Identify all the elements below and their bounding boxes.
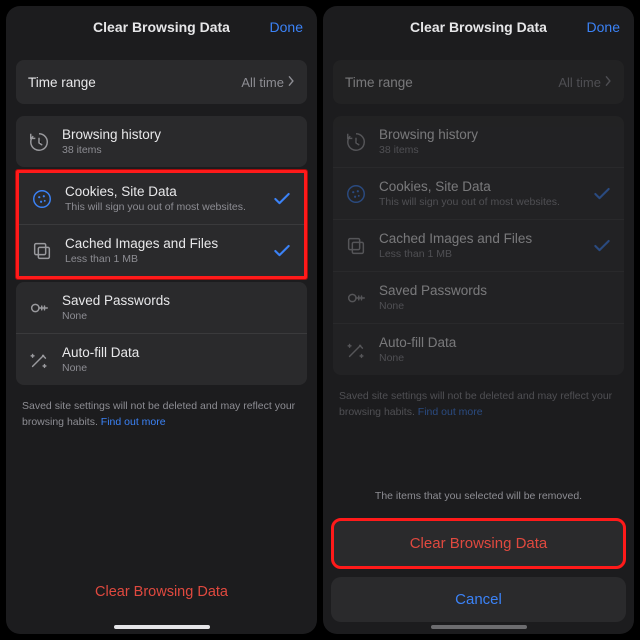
wand-icon [345, 339, 367, 361]
time-range-row[interactable]: Time range All time [16, 60, 307, 104]
item-sub: None [379, 352, 612, 364]
time-range-value: All time [558, 75, 601, 90]
item-sub: None [62, 362, 295, 374]
time-range-label: Time range [345, 75, 558, 90]
list-item-cookies[interactable]: Cookies, Site Data This will sign you ou… [19, 173, 304, 224]
item-sub: Less than 1 MB [65, 253, 266, 265]
footnote: Saved site settings will not be deleted … [16, 385, 307, 431]
list-item-passwords[interactable]: Saved Passwords None [16, 282, 307, 333]
check-icon [272, 189, 292, 209]
key-icon [345, 287, 367, 309]
header: Clear Browsing Data Done [323, 6, 634, 48]
list-item-autofill[interactable]: Auto-fill Data None [16, 333, 307, 385]
chevron-right-icon [288, 73, 295, 91]
check-icon [592, 236, 612, 256]
item-title: Cookies, Site Data [379, 179, 586, 194]
home-indicator[interactable] [431, 625, 527, 629]
cache-icon [31, 240, 53, 262]
check-icon [592, 184, 612, 204]
screen-left: Clear Browsing Data Done Time range All … [6, 6, 317, 634]
item-sub: Less than 1 MB [379, 248, 586, 260]
item-title: Cached Images and Files [379, 231, 586, 246]
clear-browsing-data-button[interactable]: Clear Browsing Data [6, 570, 317, 620]
list-item-history[interactable]: Browsing history 38 items [333, 116, 624, 167]
item-title: Saved Passwords [379, 283, 612, 298]
item-title: Browsing history [62, 127, 295, 142]
time-range-row[interactable]: Time range All time [333, 60, 624, 104]
sheet-message: The items that you selected will be remo… [331, 490, 626, 510]
header: Clear Browsing Data Done [6, 6, 317, 48]
screen-right: Clear Browsing Data Done Time range All … [323, 6, 634, 634]
history-icon [345, 131, 367, 153]
item-title: Auto-fill Data [379, 335, 612, 350]
page-title: Clear Browsing Data [93, 19, 230, 35]
item-sub: This will sign you out of most websites. [379, 196, 586, 208]
find-out-more-link[interactable]: Find out more [101, 416, 166, 428]
find-out-more-link[interactable]: Find out more [418, 406, 483, 418]
list-item-cookies[interactable]: Cookies, Site Data This will sign you ou… [333, 167, 624, 219]
list-item-cache[interactable]: Cached Images and Files Less than 1 MB [19, 224, 304, 276]
item-sub: This will sign you out of most websites. [65, 201, 266, 213]
home-indicator[interactable] [114, 625, 210, 629]
item-sub: 38 items [379, 144, 612, 156]
footnote: Saved site settings will not be deleted … [333, 375, 624, 421]
list-item-cache[interactable]: Cached Images and Files Less than 1 MB [333, 219, 624, 271]
item-sub: None [379, 300, 612, 312]
check-icon [272, 241, 292, 261]
history-icon [28, 131, 50, 153]
confirm-clear-button[interactable]: Clear Browsing Data [331, 518, 626, 569]
item-sub: None [62, 310, 295, 322]
list-item-autofill[interactable]: Auto-fill Data None [333, 323, 624, 375]
key-icon [28, 297, 50, 319]
done-button[interactable]: Done [270, 6, 303, 48]
cancel-button[interactable]: Cancel [331, 577, 626, 622]
cache-icon [345, 235, 367, 257]
item-title: Saved Passwords [62, 293, 295, 308]
item-title: Cookies, Site Data [65, 184, 266, 199]
time-range-value: All time [241, 75, 284, 90]
item-title: Cached Images and Files [65, 236, 266, 251]
wand-icon [28, 349, 50, 371]
cookie-icon [345, 183, 367, 205]
chevron-right-icon [605, 73, 612, 91]
list-item-history[interactable]: Browsing history 38 items [16, 116, 307, 167]
done-button[interactable]: Done [587, 6, 620, 48]
cookie-icon [31, 188, 53, 210]
list-item-passwords[interactable]: Saved Passwords None [333, 271, 624, 323]
time-range-label: Time range [28, 75, 241, 90]
item-title: Browsing history [379, 127, 612, 142]
item-sub: 38 items [62, 144, 295, 156]
item-title: Auto-fill Data [62, 345, 295, 360]
page-title: Clear Browsing Data [410, 19, 547, 35]
action-sheet: The items that you selected will be remo… [331, 490, 626, 622]
